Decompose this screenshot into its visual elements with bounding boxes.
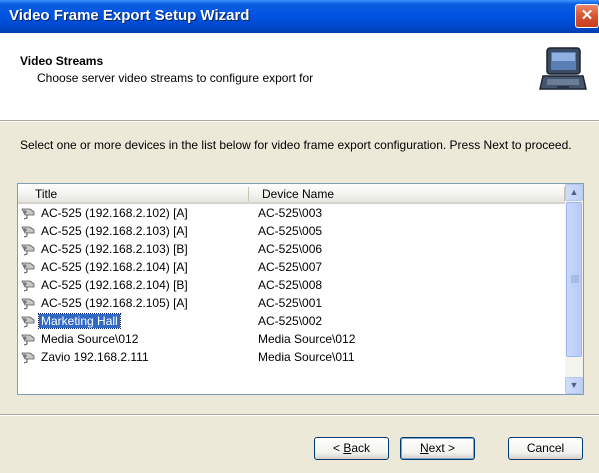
- chevron-up-icon: ▲: [569, 187, 579, 197]
- instructions-text: Select one or more devices in the list b…: [20, 138, 572, 152]
- scroll-down-button[interactable]: ▼: [565, 377, 583, 394]
- row-title: AC-525 (192.168.2.103) [B]: [41, 242, 188, 256]
- list-item[interactable]: AC-525 (192.168.2.105) [A] AC-525\001: [18, 294, 565, 312]
- row-device-name: AC-525\002: [258, 314, 323, 328]
- row-title: AC-525 (192.168.2.105) [A]: [41, 296, 188, 310]
- cancel-button[interactable]: Cancel: [508, 437, 583, 460]
- row-device-name: AC-525\001: [258, 296, 323, 310]
- column-header-device-name[interactable]: Device Name: [262, 187, 334, 201]
- chevron-down-icon: ▼: [569, 380, 579, 390]
- window-title: Video Frame Export Setup Wizard: [9, 7, 250, 24]
- page-subtitle: Choose server video streams to configure…: [37, 71, 314, 85]
- list-item[interactable]: AC-525 (192.168.2.103) [A] AC-525\005: [18, 222, 565, 240]
- column-header-title[interactable]: Title: [35, 187, 57, 201]
- row-device-name: AC-525\005: [258, 224, 323, 238]
- row-title: Marketing Hall: [38, 313, 121, 329]
- row-device-name: AC-525\008: [258, 278, 323, 292]
- scrollbar-thumb[interactable]: [566, 202, 582, 357]
- camera-icon: [21, 350, 37, 364]
- scroll-up-button[interactable]: ▲: [565, 184, 583, 201]
- list-item[interactable]: AC-525 (192.168.2.103) [B] AC-525\006: [18, 240, 565, 258]
- list-item[interactable]: Media Source\012 Media Source\012: [18, 330, 565, 348]
- list-item[interactable]: AC-525 (192.168.2.102) [A] AC-525\003: [18, 204, 565, 222]
- row-title: AC-525 (192.168.2.104) [A]: [41, 260, 188, 274]
- close-button[interactable]: ✕: [575, 4, 599, 28]
- list-item[interactable]: Marketing Hall AC-525\002: [18, 312, 565, 330]
- device-list[interactable]: Title Device Name AC-525 (192.168.2.102)…: [17, 183, 584, 395]
- camera-icon: [21, 260, 37, 274]
- camera-icon: [21, 296, 37, 310]
- row-title: Media Source\012: [41, 332, 139, 346]
- title-bar[interactable]: Video Frame Export Setup Wizard ✕: [0, 0, 599, 33]
- laptop-icon: [539, 47, 587, 90]
- camera-icon: [21, 224, 37, 238]
- row-title: AC-525 (192.168.2.103) [A]: [41, 224, 188, 238]
- row-title: AC-525 (192.168.2.102) [A]: [41, 206, 188, 220]
- list-item[interactable]: AC-525 (192.168.2.104) [B] AC-525\008: [18, 276, 565, 294]
- row-device-name: AC-525\003: [258, 206, 323, 220]
- close-icon: ✕: [580, 7, 594, 24]
- list-item[interactable]: AC-525 (192.168.2.104) [A] AC-525\007: [18, 258, 565, 276]
- page-title: Video Streams: [20, 54, 104, 68]
- row-title: AC-525 (192.168.2.104) [B]: [41, 278, 188, 292]
- list-header: Title Device Name: [18, 184, 565, 204]
- next-button[interactable]: Next >: [400, 437, 475, 460]
- list-item[interactable]: Zavio 192.168.2.111 Media Source\011: [18, 348, 565, 366]
- grip-icon: [571, 275, 579, 283]
- back-button[interactable]: < Back: [314, 437, 389, 460]
- row-device-name: Media Source\012: [258, 332, 356, 346]
- camera-icon: [21, 206, 37, 220]
- wizard-window: Video Frame Export Setup Wizard ✕ Video …: [0, 0, 599, 473]
- camera-icon: [21, 314, 37, 328]
- camera-icon: [21, 242, 37, 256]
- vertical-scrollbar[interactable]: ▲ ▼: [565, 184, 583, 394]
- row-device-name: AC-525\007: [258, 260, 323, 274]
- camera-icon: [21, 332, 37, 346]
- list-rows: AC-525 (192.168.2.102) [A] AC-525\003 AC-5…: [18, 204, 565, 366]
- row-device-name: AC-525\006: [258, 242, 323, 256]
- row-title: Zavio 192.168.2.111: [41, 350, 149, 364]
- camera-icon: [21, 278, 37, 292]
- row-device-name: Media Source\011: [258, 350, 355, 364]
